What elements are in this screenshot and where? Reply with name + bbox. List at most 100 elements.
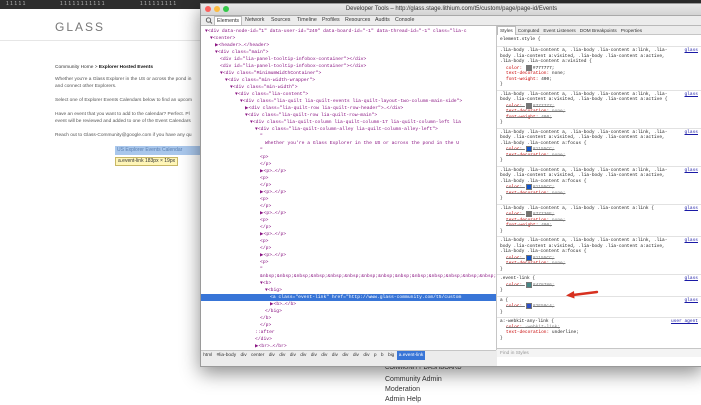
dom-node[interactable]: <p> xyxy=(201,217,268,224)
dom-node[interactable]: <p> xyxy=(201,259,268,266)
tab-profiles[interactable]: Profiles xyxy=(320,16,342,25)
css-property[interactable]: color: #2F50c4; xyxy=(500,303,700,310)
tab-resources[interactable]: Resources xyxy=(343,16,372,25)
dom-node[interactable]: ▶<p>…</p> xyxy=(201,210,286,217)
property-value[interactable]: #777777; xyxy=(533,66,555,71)
rule-source-link[interactable]: glass xyxy=(684,298,698,304)
css-rule[interactable]: .lia-body .lia-content a, .lia-body .lia… xyxy=(500,206,700,235)
dom-node[interactable]: Whether you're a Glass Explorer in the U… xyxy=(201,140,459,147)
rule-source-link[interactable]: glass xyxy=(684,276,698,282)
property-value[interactable]: #1155CC; xyxy=(533,147,555,152)
property-value[interactable]: 400; xyxy=(541,223,552,228)
rule-source-link[interactable]: glass xyxy=(684,206,698,212)
css-property[interactable]: color: #1155CC; xyxy=(500,184,700,191)
dom-breadcrumb-item[interactable]: div xyxy=(267,351,278,360)
css-rule[interactable]: a:-webkit-any-link {user agent color: -we… xyxy=(500,319,700,341)
rule-source-link[interactable]: user agent xyxy=(671,319,698,325)
dom-node[interactable]: ▶<header>…</header> xyxy=(201,42,269,49)
property-value[interactable]: 400; xyxy=(541,77,552,82)
maximize-icon[interactable] xyxy=(223,6,229,12)
dom-node[interactable]: </big> xyxy=(201,308,282,315)
dom-breadcrumb-item[interactable]: div xyxy=(361,351,372,360)
rule-source-link[interactable]: glass xyxy=(684,92,698,98)
dom-breadcrumb-item[interactable]: div xyxy=(238,351,249,360)
css-property[interactable]: color: #478786; xyxy=(500,281,700,289)
dom-node[interactable]: ▼<div class="lia-content"> xyxy=(201,91,308,98)
property-value[interactable]: underline; xyxy=(552,330,579,335)
rule-source-link[interactable]: glass xyxy=(684,130,698,136)
css-property[interactable]: color: #1155CC; xyxy=(500,146,700,153)
css-selector[interactable]: .lia-body .lia-content a, .lia-body .lia… xyxy=(500,48,700,65)
property-value[interactable]: #777777; xyxy=(533,104,555,109)
dom-node[interactable]: </p> xyxy=(201,203,271,210)
property-value[interactable]: 400; xyxy=(541,115,552,120)
dom-breadcrumb-item[interactable]: center xyxy=(249,351,267,360)
dom-node[interactable]: ▼<div class="min-width"> xyxy=(201,84,298,91)
tab-network[interactable]: Network xyxy=(243,16,266,25)
color-swatch-icon[interactable] xyxy=(525,281,532,288)
dom-node[interactable]: ▼<div class="main"> xyxy=(201,49,268,56)
css-rule[interactable]: .lia-body .lia-content a, .lia-body .lia… xyxy=(500,130,700,164)
topbar-item[interactable]: 1 1 1 1 1 1 1 1 1 xyxy=(140,0,176,9)
topbar-item[interactable]: 1 1 1 1 1 xyxy=(6,0,25,9)
tab-elements[interactable]: Elements xyxy=(214,16,243,25)
dom-breadcrumb-item[interactable]: #lia-body xyxy=(214,351,238,360)
css-property[interactable]: color: #77736E; xyxy=(500,211,700,218)
color-swatch-icon[interactable] xyxy=(525,303,532,309)
dom-node[interactable]: </b> xyxy=(201,315,271,322)
topbar-item[interactable]: 1 1 1 1 1 1 1 1 1 1 1 xyxy=(60,0,104,9)
dom-node[interactable]: </p> xyxy=(201,245,271,252)
property-value[interactable]: #1155CC; xyxy=(533,256,555,261)
search-icon[interactable] xyxy=(205,16,213,25)
dom-node[interactable]: ▼<div class="lia-quilt lia-quilt-events … xyxy=(201,98,462,105)
dom-breadcrumb-item[interactable]: div xyxy=(298,351,309,360)
dom-node[interactable]: ▼<big> xyxy=(201,287,282,294)
color-swatch-icon[interactable] xyxy=(525,146,532,152)
dom-node[interactable]: ▼<center> xyxy=(201,35,235,42)
css-selector[interactable]: .lia-body .lia-content a, .lia-body .lia… xyxy=(500,130,700,147)
sidebar-tab-properties[interactable]: Properties xyxy=(619,27,644,35)
dom-node[interactable]: <p> xyxy=(201,154,268,161)
dom-node[interactable]: </p> xyxy=(201,182,271,189)
dom-node[interactable]: <div id="lia-panel-tooltip-infobox-conta… xyxy=(201,56,366,63)
property-value[interactable]: none; xyxy=(552,218,566,223)
property-value[interactable]: none; xyxy=(552,261,566,266)
css-selector[interactable]: .lia-body .lia-content a, .lia-body .lia… xyxy=(500,168,700,185)
css-rule[interactable]: .lia-body .lia-content a, .lia-body .lia… xyxy=(500,92,700,126)
dom-breadcrumb-item[interactable]: a.event-link xyxy=(396,351,426,360)
dom-node[interactable]: ▶<div class="lia-quilt-row lia-quilt-row… xyxy=(201,105,403,112)
dom-node[interactable]: ▼<b> xyxy=(201,280,271,287)
property-value[interactable]: #77736E; xyxy=(533,212,555,217)
dom-node[interactable]: " xyxy=(201,133,263,140)
dom-breadcrumb-item[interactable]: p xyxy=(372,351,379,360)
dom-breadcrumb-item[interactable]: div xyxy=(288,351,299,360)
breadcrumb-home-link[interactable]: Community Home xyxy=(55,65,93,70)
tab-sources[interactable]: Sources xyxy=(269,16,292,25)
dom-node[interactable]: ▼<div data-node-id="1" data-user-id="249… xyxy=(201,28,467,35)
dom-node[interactable]: ▶<p>…</p> xyxy=(201,252,286,259)
glass-logo[interactable]: GLASS xyxy=(55,20,105,34)
dom-node[interactable]: <p> xyxy=(201,175,268,182)
dom-node[interactable]: &nbsp;&nbsp;&nbsp;&nbsp;&nbsp;&nbsp;&nbs… xyxy=(201,273,496,280)
dom-node[interactable]: ▶<p>…</p> xyxy=(201,231,286,238)
dom-node[interactable]: </p> xyxy=(201,322,271,329)
dom-breadcrumb-item[interactable]: div xyxy=(351,351,362,360)
rule-source-link[interactable]: glass xyxy=(684,168,698,174)
css-rule[interactable]: .event-link {glass color: #478786;} xyxy=(500,276,700,294)
dom-node[interactable]: </div> xyxy=(201,336,272,343)
dom-node[interactable]: ▼<div class="lia-quilt-column lia-quilt-… xyxy=(201,119,461,126)
admin-help-link[interactable]: Admin Help xyxy=(385,395,421,405)
color-swatch-icon[interactable] xyxy=(525,254,532,261)
dom-node-selected[interactable]: <a class="event-link" href="http://www.g… xyxy=(201,294,496,301)
dom-tree-panel[interactable]: ▼<div data-node-id="1" data-user-id="249… xyxy=(201,26,497,350)
rule-source-link[interactable]: glass xyxy=(684,238,698,244)
property-value[interactable]: none; xyxy=(552,71,566,76)
css-rule[interactable]: .lia-body .lia-content a, .lia-body .lia… xyxy=(500,238,700,272)
dom-node[interactable]: " xyxy=(201,266,263,273)
property-value[interactable]: none; xyxy=(552,109,566,114)
dom-breadcrumb-item[interactable]: html xyxy=(201,351,214,360)
dom-node[interactable]: " xyxy=(201,147,263,154)
css-rule[interactable]: .lia-body .lia-content a, .lia-body .lia… xyxy=(500,48,700,88)
css-rule[interactable]: a {glass color: #2F50c4;} xyxy=(500,298,700,316)
dom-breadcrumb-item[interactable]: b xyxy=(379,351,386,360)
